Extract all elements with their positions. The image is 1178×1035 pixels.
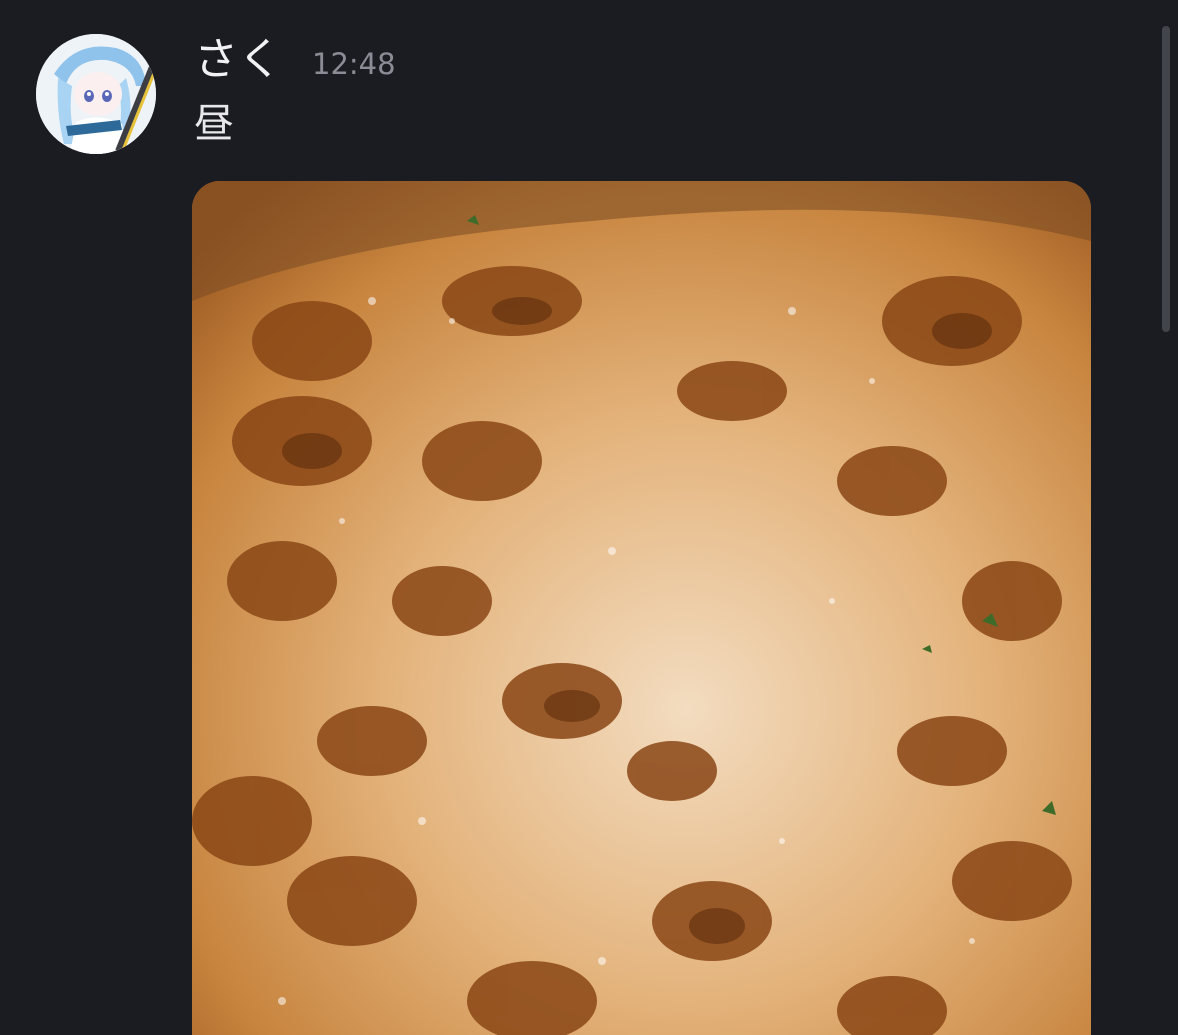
chat-view: さく 12:48 昼 xyxy=(0,0,1178,1035)
food-photo-icon xyxy=(192,181,1091,1035)
message-text: 昼 xyxy=(194,101,234,147)
anime-avatar-icon xyxy=(36,34,156,154)
author-name[interactable]: さく xyxy=(194,30,282,90)
scrollbar[interactable] xyxy=(1162,26,1170,332)
message-timestamp: 12:48 xyxy=(312,47,396,81)
image-attachment[interactable] xyxy=(192,181,1091,1035)
message-header: さく 12:48 xyxy=(194,30,396,94)
user-avatar[interactable] xyxy=(36,34,156,154)
